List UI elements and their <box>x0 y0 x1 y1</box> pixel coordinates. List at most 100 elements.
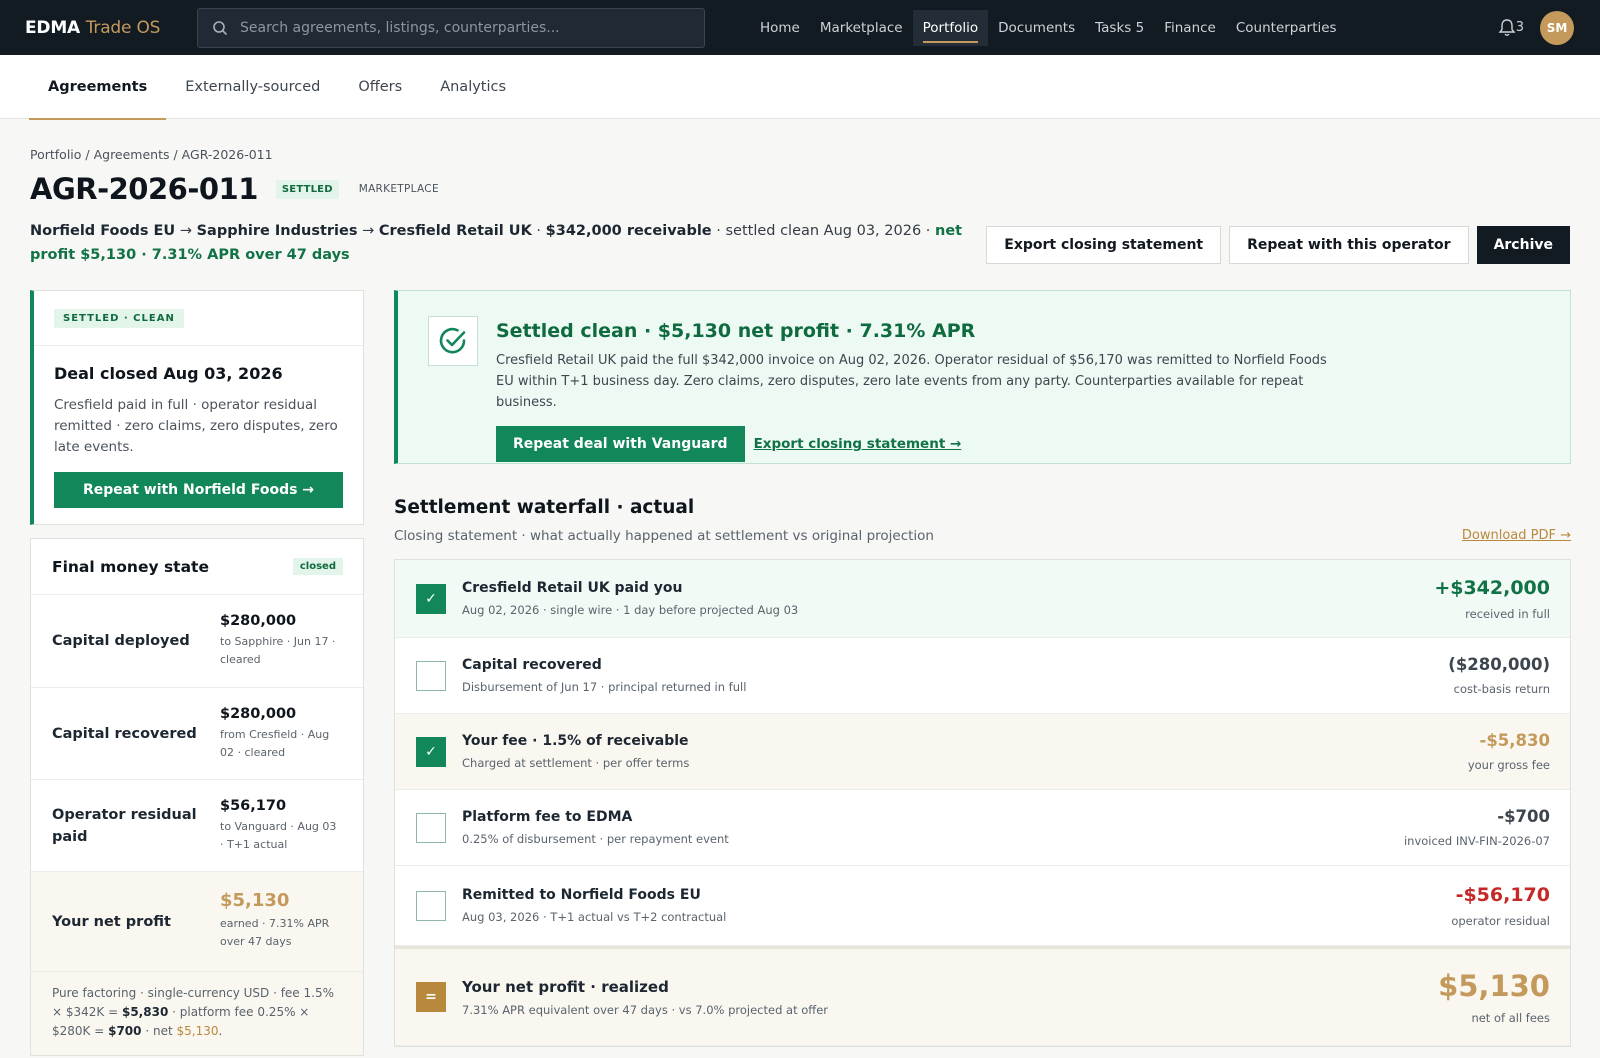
waterfall-row-amount-sub: your gross fee <box>1467 758 1550 772</box>
receivable-amount: $342,000 receivable <box>545 223 712 239</box>
empty-checkbox-icon <box>416 890 446 921</box>
brand-name: EDMA <box>25 17 80 38</box>
settled-banner: Settled clean · $5,130 net profit · 7.31… <box>394 290 1571 464</box>
banner-title: Settled clean · $5,130 net profit · 7.31… <box>496 320 976 342</box>
waterfall-row-amount: -$5,830 <box>1479 731 1550 750</box>
tab-externally-sourced[interactable]: Externally-sourced <box>166 55 339 119</box>
final-money-state-card: Final money state closed Capital deploye… <box>30 538 364 1056</box>
tab-offers[interactable]: Offers <box>339 55 421 119</box>
waterfall-title: Settlement waterfall · actual <box>394 497 695 518</box>
nav-marketplace[interactable]: Marketplace <box>810 10 913 46</box>
status-badge: SETTLED <box>275 179 339 199</box>
arrow-icon: → <box>362 223 375 239</box>
nav-home[interactable]: Home <box>750 10 810 46</box>
waterfall-row-name: Platform fee to EDMA <box>462 809 633 825</box>
empty-checkbox-icon <box>416 812 446 843</box>
party-operator: Sapphire Industries <box>196 223 358 239</box>
waterfall-row-name: Remitted to Norfield Foods EU <box>462 887 701 903</box>
archive-button[interactable]: Archive <box>1476 226 1570 264</box>
waterfall-subtitle: Closing statement · what actually happen… <box>394 528 934 544</box>
separator: · <box>536 223 542 239</box>
search-box[interactable] <box>197 7 705 48</box>
waterfall-row: ✓ Cresfield Retail UK paid you Aug 02, 2… <box>395 560 1570 638</box>
waterfall-row-amount-sub: received in full <box>1465 606 1550 621</box>
waterfall-row-name: Capital recovered <box>462 657 602 673</box>
nav-tasks[interactable]: Tasks 5 <box>1085 10 1154 46</box>
money-row-capital-recovered: Capital recovered $280,000 from Cresfiel… <box>31 688 363 780</box>
money-row-net-profit: Your net profit $5,130 earned · 7.31% AP… <box>31 872 363 972</box>
main-nav: Home Marketplace Portfolio Documents Tas… <box>750 0 1347 55</box>
money-row-label: Capital deployed <box>52 633 190 649</box>
waterfall-row-desc: Charged at settlement · per offer terms <box>462 756 690 770</box>
export-closing-statement-button[interactable]: Export closing statement <box>986 226 1222 264</box>
waterfall-row-amount-sub: cost-basis return <box>1453 682 1550 696</box>
waterfall-row-desc: 0.25% of disbursement · per repayment ev… <box>462 832 729 846</box>
search-input[interactable] <box>240 19 680 36</box>
notifications-button[interactable]: 3 <box>1498 18 1524 37</box>
closed-badge: closed <box>292 558 343 575</box>
note-text: . <box>218 1024 223 1038</box>
nav-counterparties[interactable]: Counterparties <box>1226 10 1347 46</box>
top-navbar: EDMA Trade OS Home Marketplace Portfolio… <box>0 0 1600 55</box>
settled-clean-pill: SETTLED · CLEAN <box>54 309 184 328</box>
waterfall-row-amount-sub: invoiced INV-FIN-2026-07 <box>1403 834 1550 848</box>
check-circle-icon <box>428 316 478 366</box>
deal-closed-title: Deal closed Aug 03, 2026 <box>54 364 283 383</box>
settled-text: · settled clean Aug 03, 2026 · <box>716 223 931 239</box>
money-row-amount: $5,130 <box>220 890 290 911</box>
waterfall-row-desc: Aug 03, 2026 · T+1 actual vs T+2 contrac… <box>462 910 727 924</box>
waterfall-row-desc: Aug 02, 2026 · single wire · 1 day befor… <box>462 603 799 617</box>
repeat-with-norfield-button[interactable]: Repeat with Norfield Foods → <box>54 472 343 508</box>
money-row-amount: $56,170 <box>220 798 287 814</box>
check-icon: ✓ <box>416 736 446 767</box>
note-text: · net <box>145 1024 173 1038</box>
notification-count: 3 <box>1515 20 1524 35</box>
money-row-label: Operator residual paid <box>52 806 197 845</box>
money-row-amount: $280,000 <box>220 613 297 629</box>
money-row-amount: $280,000 <box>220 706 297 722</box>
waterfall-total-desc: 7.31% APR equivalent over 47 days · vs 7… <box>462 1002 829 1017</box>
page-title: AGR-2026-011 <box>30 172 258 206</box>
repeat-deal-button[interactable]: Repeat deal with Vanguard <box>496 426 745 462</box>
breadcrumb[interactable]: Portfolio / Agreements / AGR-2026-011 <box>30 119 1570 167</box>
money-row-label: Capital recovered <box>52 725 197 742</box>
waterfall-row-amount-sub: operator residual <box>1451 913 1550 928</box>
waterfall-row-name: Your fee · 1.5% of receivable <box>462 733 689 749</box>
money-row-label: Your net profit <box>52 913 171 930</box>
waterfall-total-name: Your net profit · realized <box>462 977 669 996</box>
export-closing-statement-link[interactable]: Export closing statement → <box>754 436 962 452</box>
nav-portfolio[interactable]: Portfolio <box>912 9 989 46</box>
party-debtor: Cresfield Retail UK <box>378 223 532 239</box>
deal-closed-text: Cresfield paid in full · operator residu… <box>54 397 338 455</box>
money-row-sub: earned · 7.31% APR over 47 days <box>220 917 330 948</box>
avatar[interactable]: SM <box>1540 10 1574 45</box>
waterfall-row-amount: ($280,000) <box>1448 655 1550 674</box>
money-row-capital-deployed: Capital deployed $280,000 to Sapphire · … <box>31 595 363 688</box>
brand-logo[interactable]: EDMA Trade OS <box>25 18 197 38</box>
header-actions: Export closing statement Repeat with thi… <box>986 226 1570 264</box>
bell-icon <box>1498 19 1516 36</box>
waterfall-row-amount: -$56,170 <box>1455 883 1550 906</box>
download-pdf-link[interactable]: Download PDF → <box>1462 528 1571 544</box>
waterfall-row: Platform fee to EDMA 0.25% of disburseme… <box>395 790 1570 866</box>
repeat-with-operator-button[interactable]: Repeat with this operator <box>1229 226 1469 264</box>
equals-icon: = <box>416 982 446 1012</box>
waterfall-total-row: = Your net profit · realized 7.31% APR e… <box>395 946 1570 1046</box>
money-state-title: Final money state <box>52 557 209 576</box>
search-icon <box>213 20 228 35</box>
waterfall-row: ✓ Your fee · 1.5% of receivable Charged … <box>395 714 1570 790</box>
tab-agreements[interactable]: Agreements <box>29 55 167 120</box>
tab-analytics[interactable]: Analytics <box>421 55 525 119</box>
money-row-sub: to Vanguard · Aug 03 · T+1 actual <box>220 820 337 851</box>
waterfall-row-desc: Disbursement of Jun 17 · principal retur… <box>462 680 747 694</box>
nav-finance[interactable]: Finance <box>1154 10 1226 46</box>
fee-calculation-note: Pure factoring · single-currency USD · f… <box>31 972 363 1055</box>
waterfall-total-amount-sub: net of all fees <box>1471 1011 1550 1025</box>
deal-closed-card: SETTLED · CLEAN Deal closed Aug 03, 2026… <box>30 290 364 525</box>
empty-checkbox-icon <box>416 660 446 691</box>
waterfall-row-amount: -$700 <box>1497 807 1550 826</box>
nav-documents[interactable]: Documents <box>988 10 1085 46</box>
arrow-icon: → <box>179 223 192 239</box>
waterfall-row: Capital recovered Disbursement of Jun 17… <box>395 638 1570 714</box>
deal-summary: Norfield Foods EU → Sapphire Industries … <box>30 219 980 267</box>
